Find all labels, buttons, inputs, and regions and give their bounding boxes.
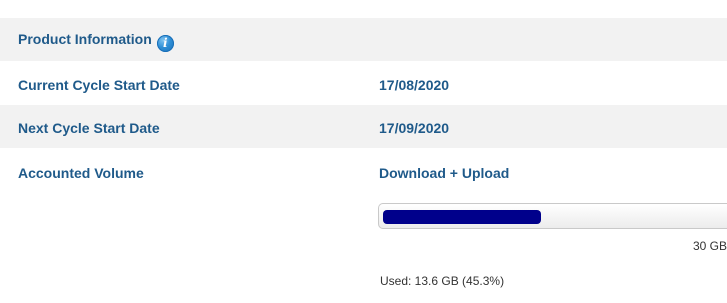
product-information-panel: Product Information i Current Cycle Start… xyxy=(0,0,727,303)
current-cycle-row: Current Cycle Start Date 17/08/2020 xyxy=(0,61,727,105)
usage-progress-fill xyxy=(383,210,541,224)
accounted-volume-label: Accounted Volume xyxy=(18,165,144,181)
next-cycle-value: 17/09/2020 xyxy=(379,120,450,136)
product-information-header: Product Information i xyxy=(0,18,727,61)
accounted-volume-value: Download + Upload xyxy=(379,165,510,181)
next-cycle-label: Next Cycle Start Date xyxy=(18,120,160,136)
current-cycle-label: Current Cycle Start Date xyxy=(18,77,180,93)
info-icon[interactable]: i xyxy=(156,35,174,52)
product-information-title-text: Product Information xyxy=(18,31,152,47)
product-information-title: Product Information i xyxy=(18,31,174,52)
usage-max-label: 30 GB xyxy=(692,239,727,253)
current-cycle-value: 17/08/2020 xyxy=(379,77,450,93)
usage-progress-bar xyxy=(378,203,727,229)
usage-used-text: Used: 13.6 GB (45.3%) xyxy=(380,274,505,288)
next-cycle-row: Next Cycle Start Date 17/09/2020 xyxy=(0,105,727,148)
